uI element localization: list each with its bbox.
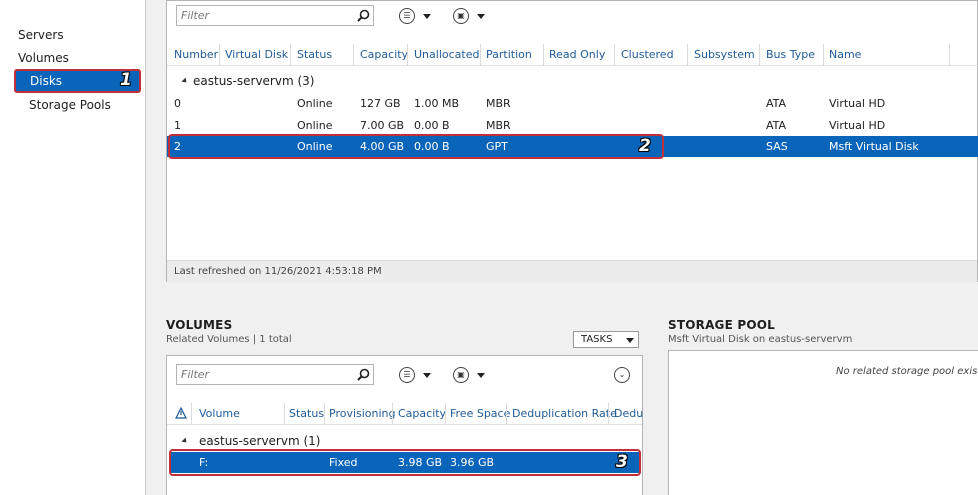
table-row[interactable]: 1 Online 7.00 GB 0.00 B MBR ATA Virtual … <box>167 115 978 136</box>
collapse-triangle-icon[interactable] <box>181 77 189 85</box>
col-capacity[interactable]: Capacity <box>360 48 408 61</box>
chevron-down-icon <box>626 338 634 343</box>
search-icon[interactable] <box>357 9 370 22</box>
nav-item-volumes[interactable]: Volumes <box>18 51 69 65</box>
cell-capacity: 7.00 GB <box>360 119 405 132</box>
volumes-column-header: Volume Status Provisioning Capacity Free… <box>167 403 643 425</box>
last-refreshed-text: Last refreshed on 11/26/2021 4:53:18 PM <box>174 266 382 277</box>
col-bus-type[interactable]: Bus Type <box>766 48 815 61</box>
volumes-group-label: eastus-servervm (1) <box>199 434 321 448</box>
chevron-down-icon[interactable] <box>423 14 431 19</box>
disks-panel: Filter ☰ ▣ Number Virtual Disk Status Ca… <box>166 0 978 282</box>
cell-unallocated: 1.00 MB <box>414 97 460 110</box>
col-partition[interactable]: Partition <box>486 48 532 61</box>
col-volume[interactable]: Volume <box>199 407 240 420</box>
col-status[interactable]: Status <box>289 407 324 420</box>
volumes-filter-input[interactable]: Filter <box>176 364 374 385</box>
col-name[interactable]: Name <box>829 48 861 61</box>
cell-partition: MBR <box>486 97 511 110</box>
nav-item-storage-pools[interactable]: Storage Pools <box>29 98 111 112</box>
col-virtual-disk[interactable]: Virtual Disk <box>225 48 288 61</box>
col-status[interactable]: Status <box>297 48 332 61</box>
cell-number: 0 <box>174 97 181 110</box>
chevron-down-icon[interactable] <box>477 14 485 19</box>
col-provisioning[interactable]: Provisioning <box>329 407 396 420</box>
search-icon[interactable] <box>357 368 370 381</box>
cell-name: Msft Virtual Disk <box>829 140 919 153</box>
disks-footer: Last refreshed on 11/26/2021 4:53:18 PM <box>167 260 977 282</box>
storage-pool-panel: No related storage pool exists. <box>668 350 978 495</box>
list-options-icon[interactable]: ☰ <box>399 367 415 383</box>
col-unallocated[interactable]: Unallocated <box>414 48 479 61</box>
storage-pool-subtitle: Msft Virtual Disk on eastus-servervm <box>668 334 853 345</box>
chevron-down-icon[interactable] <box>477 373 485 378</box>
volumes-panel: Filter ☰ ▣ ⌄ Volume Status Provisioning … <box>166 355 643 495</box>
cell-name: Virtual HD <box>829 97 886 110</box>
cell-status: Online <box>297 119 333 132</box>
disks-filter-placeholder: Filter <box>181 9 210 22</box>
highlight-box <box>168 134 664 159</box>
volumes-group-header[interactable]: eastus-servervm (1) <box>167 431 642 451</box>
collapse-triangle-icon[interactable] <box>181 437 189 445</box>
tasks-dropdown[interactable]: TASKS <box>573 331 639 348</box>
callout-2: 2 <box>639 136 651 156</box>
col-number[interactable]: Number <box>174 48 218 61</box>
callout-1: 1 <box>120 70 132 90</box>
cell-partition: MBR <box>486 119 511 132</box>
cell-bus-type: ATA <box>766 97 787 110</box>
volumes-subtitle: Related Volumes | 1 total <box>166 334 292 345</box>
warning-icon[interactable] <box>175 407 187 420</box>
cell-unallocated: 0.00 B <box>414 119 450 132</box>
highlight-box <box>169 449 641 476</box>
disks-group-header[interactable]: eastus-servervm (3) <box>167 71 978 91</box>
col-dedu[interactable]: Dedu <box>614 407 643 420</box>
col-deduplication-rate[interactable]: Deduplication Rate <box>512 407 617 420</box>
callout-3: 3 <box>616 452 628 472</box>
storage-pool-empty-message: No related storage pool exists. <box>836 366 978 377</box>
col-clustered[interactable]: Clustered <box>621 48 674 61</box>
col-free-space[interactable]: Free Space <box>450 407 510 420</box>
disks-filter-input[interactable]: Filter <box>176 5 374 26</box>
cell-status: Online <box>297 97 333 110</box>
col-read-only[interactable]: Read Only <box>549 48 605 61</box>
nav-item-servers[interactable]: Servers <box>18 28 64 42</box>
cell-number: 1 <box>174 119 181 132</box>
disks-group-label: eastus-servervm (3) <box>193 74 315 88</box>
disks-column-header: Number Virtual Disk Status Capacity Unal… <box>167 44 978 66</box>
cell-name: Virtual HD <box>829 119 886 132</box>
tasks-label: TASKS <box>581 334 613 345</box>
cell-bus-type: ATA <box>766 119 787 132</box>
volumes-filter-placeholder: Filter <box>181 368 210 381</box>
save-query-icon[interactable]: ▣ <box>453 367 469 383</box>
save-query-icon[interactable]: ▣ <box>453 8 469 24</box>
list-options-icon[interactable]: ☰ <box>399 8 415 24</box>
left-nav: Servers Volumes Disks 1 Storage Pools <box>0 0 146 495</box>
cell-capacity: 127 GB <box>360 97 401 110</box>
cell-bus-type: SAS <box>766 140 788 153</box>
nav-item-disks-label: Disks <box>30 74 63 88</box>
storage-pool-title: STORAGE POOL <box>668 318 776 332</box>
col-subsystem[interactable]: Subsystem <box>694 48 755 61</box>
volumes-title: VOLUMES <box>166 318 233 332</box>
chevron-down-icon[interactable] <box>423 373 431 378</box>
nav-item-disks[interactable]: Disks 1 <box>14 69 141 93</box>
table-row[interactable]: 0 Online 127 GB 1.00 MB MBR ATA Virtual … <box>167 93 978 114</box>
collapse-section-icon[interactable]: ⌄ <box>614 367 630 383</box>
col-capacity[interactable]: Capacity <box>398 407 446 420</box>
